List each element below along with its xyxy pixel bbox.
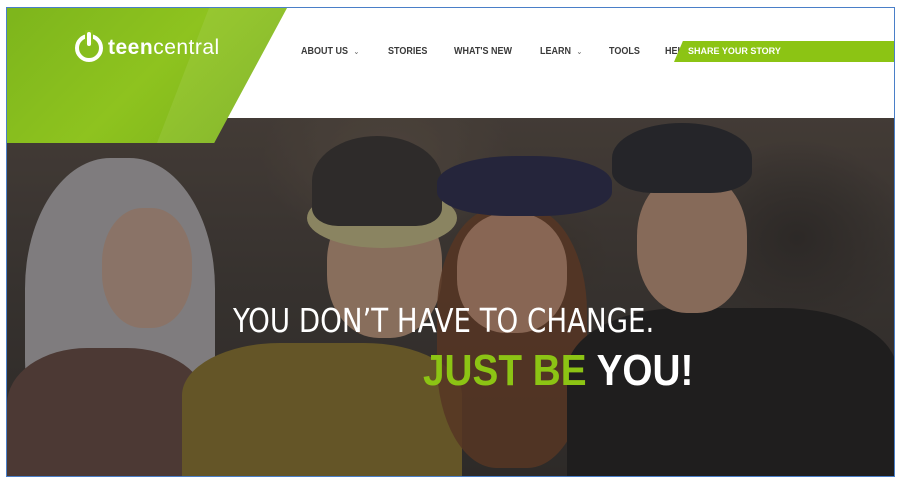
- nav-item-about-us[interactable]: ABOUT US ⌄: [301, 46, 359, 57]
- hero-headline-line2: JUST BE YOU!: [423, 346, 693, 396]
- nav-item-label: TOOLS: [609, 46, 641, 57]
- hero-banner: YOU DON’T HAVE TO CHANGE. JUST BE YOU!: [7, 118, 894, 476]
- hero-headline-green: JUST BE: [423, 346, 597, 395]
- main-nav: ABOUT US ⌄ STORIES WHAT'S NEW LEARN ⌄ TO…: [301, 46, 714, 57]
- share-your-story-button[interactable]: SHARE YOUR STORY: [674, 41, 894, 62]
- share-your-story-label: SHARE YOUR STORY: [688, 46, 781, 56]
- browser-frame: YOU DON’T HAVE TO CHANGE. JUST BE YOU! t…: [6, 7, 895, 477]
- nav-item-stories[interactable]: STORIES: [388, 46, 427, 57]
- hero-overlay: [7, 118, 894, 476]
- site-logo[interactable]: teencentral: [75, 30, 220, 62]
- chevron-down-icon: ⌄: [576, 47, 583, 56]
- nav-item-whats-new[interactable]: WHAT'S NEW: [454, 46, 512, 57]
- hero-headline-line1: YOU DON’T HAVE TO CHANGE.: [233, 301, 655, 340]
- nav-item-label: WHAT'S NEW: [453, 46, 512, 57]
- chevron-down-icon: ⌄: [353, 47, 360, 56]
- logo-text-regular: central: [153, 36, 220, 59]
- nav-item-tools[interactable]: TOOLS: [609, 46, 640, 57]
- logo-text: teencentral: [108, 36, 220, 60]
- power-icon: [75, 30, 103, 62]
- site-header: teencentral ABOUT US ⌄ STORIES WHAT'S NE…: [7, 8, 894, 143]
- logo-text-bold: teen: [108, 36, 154, 59]
- nav-item-label: STORIES: [387, 46, 428, 57]
- hero-headline-white: YOU!: [596, 346, 694, 395]
- nav-item-label: LEARN: [540, 46, 572, 57]
- nav-item-learn[interactable]: LEARN ⌄: [540, 46, 582, 57]
- nav-item-label: ABOUT US: [301, 46, 349, 57]
